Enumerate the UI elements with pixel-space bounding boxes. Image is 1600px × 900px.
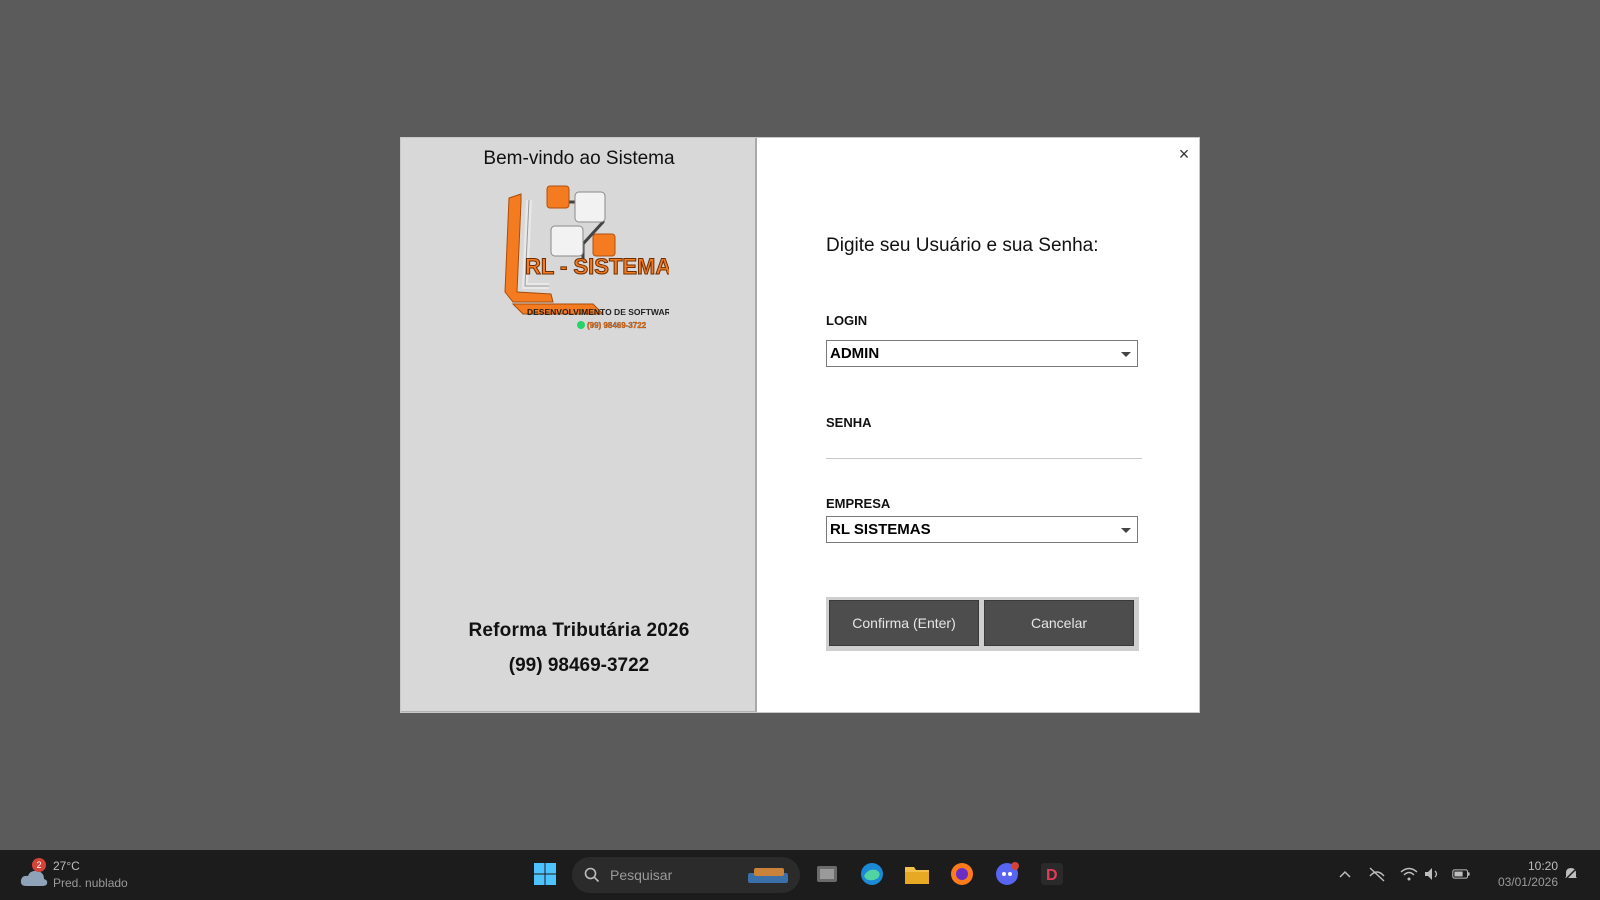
task-view-icon[interactable] [812, 859, 842, 889]
login-value: ADMIN [830, 345, 880, 362]
search-highlight-icon [748, 868, 788, 883]
close-button[interactable]: × [1175, 145, 1193, 163]
svg-text:D: D [1046, 867, 1058, 884]
empresa-combobox[interactable]: RL SISTEMAS [826, 516, 1138, 543]
search-placeholder: Pesquisar [610, 867, 673, 883]
login-combobox[interactable]: ADMIN [826, 340, 1138, 367]
search-icon [584, 867, 600, 883]
weather-widget[interactable]: 2 27°C Pred. nublado [18, 858, 158, 894]
confirm-button[interactable]: Confirma (Enter) [829, 600, 979, 646]
weather-temp: 27°C [53, 859, 80, 873]
senha-input[interactable] [826, 428, 1142, 459]
login-label: LOGIN [826, 313, 868, 328]
chevron-up-icon[interactable] [1336, 865, 1354, 883]
cloud-icon [20, 870, 48, 886]
cancel-button[interactable]: Cancelar [984, 600, 1134, 646]
logo-phone: (99) 98469-3722 [587, 321, 647, 330]
network-off-icon[interactable] [1368, 865, 1386, 883]
taskbar-search[interactable]: Pesquisar [572, 857, 800, 893]
chevron-down-icon [1121, 528, 1131, 533]
battery-icon[interactable] [1452, 865, 1470, 883]
branding-panel: Bem-vindo ao Sistema RL - SISTEMAS DESEN… [401, 138, 757, 712]
logo-brand-text: RL - SISTEMAS [525, 254, 669, 279]
clock-time: 10:20 [1527, 859, 1558, 873]
close-icon: × [1178, 144, 1190, 164]
windows-start-icon[interactable] [530, 859, 560, 889]
file-explorer-icon[interactable] [902, 859, 932, 889]
footer-phone: (99) 98469-3722 [508, 655, 650, 676]
footer-title: Reforma Tributária 2026 [468, 620, 690, 641]
weather-condition: Pred. nublado [53, 876, 128, 890]
rl-sistemas-logo: RL - SISTEMAS DESENVOLVIMENTO DE SOFTWAR… [504, 185, 669, 330]
logo-tagline: DESENVOLVIMENTO DE SOFTWARES [527, 307, 669, 317]
firefox-icon[interactable] [947, 859, 977, 889]
chevron-down-icon [1121, 352, 1131, 357]
weather-badge: 2 [32, 858, 46, 872]
d-app-icon[interactable]: D [1037, 859, 1067, 889]
empresa-value: RL SISTEMAS [830, 521, 931, 538]
welcome-title: Bem-vindo ao Sistema [483, 148, 675, 169]
edge-icon[interactable] [857, 859, 887, 889]
wifi-icon[interactable] [1400, 865, 1418, 883]
volume-icon[interactable] [1424, 865, 1442, 883]
taskbar-clock[interactable]: 10:20 03/01/2026 [1480, 859, 1558, 889]
empresa-label: EMPRESA [826, 496, 891, 511]
whatsapp-icon [577, 321, 585, 329]
login-prompt: Digite seu Usuário e sua Senha: [826, 235, 1099, 256]
taskbar: 2 27°C Pred. nublado Pesquisar D 10:20 0… [0, 850, 1600, 900]
notification-icon[interactable] [1562, 865, 1580, 883]
clock-date: 03/01/2026 [1497, 875, 1558, 889]
discord-icon[interactable] [992, 859, 1022, 889]
login-dialog: Bem-vindo ao Sistema RL - SISTEMAS DESEN… [400, 137, 1200, 713]
action-buttons: Confirma (Enter) Cancelar [826, 597, 1139, 651]
